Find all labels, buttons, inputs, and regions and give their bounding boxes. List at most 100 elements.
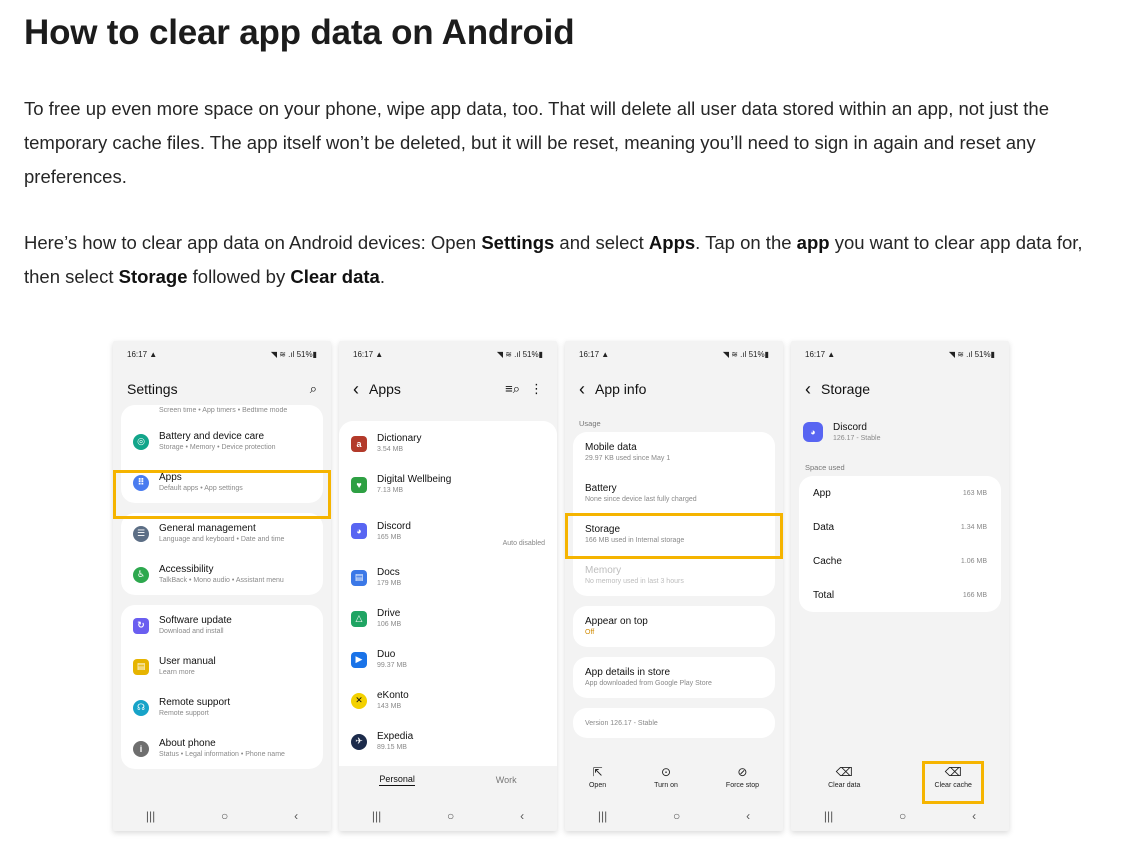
list-item-storage[interactable]: Storage 166 MB used in Internal storage [573,514,775,555]
item-subtitle: Default apps • App settings [159,485,243,492]
app-name: Discord [377,520,411,532]
recent-apps-icon[interactable]: ||| [146,809,155,823]
screenshot-figure: 16:17 ▲ ◥ ≋ .ıl 51%▮ Settings ⌕ Screen t… [113,341,1011,831]
home-icon[interactable]: ○ [899,809,906,823]
app-row[interactable]: ♥ Digital Wellbeing 7.13 MB [339,464,557,505]
list-item[interactable]: ↻ Software update Download and install [121,605,323,646]
back-arrow-icon[interactable]: ‹ [353,380,359,398]
status-icons: ◥ ≋ .ıl 51%▮ [948,349,995,359]
status-icons: ◥ ≋ .ıl 51%▮ [270,349,317,359]
tab-personal[interactable]: Personal [379,774,415,786]
screen-title: Storage [821,381,871,397]
search-icon[interactable]: ⌕ [310,381,317,397]
filter-search-icon[interactable]: ≡⌕ [505,381,520,397]
item-title: Apps [159,472,182,483]
navigation-bar: ||| ○ ‹ [339,801,557,831]
page-title: How to clear app data on Android [24,13,575,52]
turn-on-button[interactable]: ⊙ Turn on [654,765,678,789]
item-title: App details in store [585,667,671,678]
action-bar: ⌫ Clear data ⌫ Clear cache [791,757,1009,797]
status-bar: 16:17 ▲ ◥ ≋ .ıl 51%▮ [113,341,331,367]
settings-card-bottom: ↻ Software update Download and install ▤ … [121,605,323,769]
discord-icon: ◕ [351,523,367,539]
app-name: Digital Wellbeing [377,474,452,485]
list-item[interactable]: ▤ User manual Learn more [121,646,323,687]
list-item[interactable]: Mobile data 29.97 KB used since May 1 [573,432,775,473]
app-size: 99.37 MB [377,662,407,669]
open-button[interactable]: ⇱ Open [589,765,606,789]
profile-tabs: Personal Work [339,767,557,793]
clear-data-button[interactable]: ⌫ Clear data [828,765,860,789]
app-row[interactable]: ▤ Docs 179 MB [339,557,557,598]
digital-wellbeing-icon: ♥ [351,476,367,493]
back-icon[interactable]: ‹ [972,809,976,823]
status-time: 16:17 ▲ [579,349,610,359]
storage-row: Cache 1.06 MB [799,544,1001,578]
app-size: 7.13 MB [377,487,404,494]
turn-on-icon: ⊙ [660,765,672,779]
status-icons: ◥ ≋ .ıl 51%▮ [496,349,543,359]
article: How to clear app data on Android To free… [24,0,1104,294]
space-used-label: Space used [805,463,845,472]
app-row[interactable]: a Dictionary 3.54 MB [339,423,557,464]
home-icon[interactable]: ○ [673,809,680,823]
item-title: User manual [159,656,216,667]
recent-apps-icon[interactable]: ||| [372,809,381,823]
item-subtitle: Storage • Memory • Device protection [159,444,276,451]
device-care-icon: ◎ [133,433,149,450]
back-arrow-icon[interactable]: ‹ [805,380,811,398]
home-icon[interactable]: ○ [221,809,228,823]
app-row[interactable]: ◕ Discord 165 MB Auto disabled [339,505,557,557]
app-header: ◕ Discord 126.17 - Stable [791,411,1009,453]
item-title: Battery and device care [159,431,265,442]
status-bar: 16:17 ▲ ◥ ≋ .ıl 51%▮ [791,341,1009,367]
item-subtitle: TalkBack • Mono audio • Assistant menu [159,577,284,584]
item-subtitle: 29.97 KB used since May 1 [585,455,671,462]
app-name: Expedia [377,731,414,742]
item-title: Accessibility [159,564,214,575]
app-size: 3.54 MB [377,446,404,453]
back-icon[interactable]: ‹ [520,809,524,823]
phone-app-info: 16:17 ▲ ◥ ≋ .ıl 51%▮ ‹ App info Usage Mo… [565,341,783,831]
back-icon[interactable]: ‹ [294,809,298,823]
row-label: Total [813,589,835,601]
app-row[interactable]: ✕ eKonto 143 MB [339,680,557,721]
list-item[interactable]: ♿ Accessibility TalkBack • Mono audio • A… [121,554,323,595]
list-item[interactable]: App details in store App downloaded from … [573,657,775,698]
list-item[interactable]: i About phone Status • Legal information … [121,728,323,769]
app-name: Duo [377,649,396,660]
list-item-apps[interactable]: ⠿ Apps Default apps • App settings [121,462,323,503]
list-item[interactable]: Battery None since device last fully char… [573,473,775,514]
recent-apps-icon[interactable]: ||| [598,809,607,823]
software-update-icon: ↻ [133,617,149,634]
app-row[interactable]: △ Drive 106 MB [339,598,557,639]
list-item[interactable]: Appear on top Off [573,606,775,647]
app-version: 126.17 - Stable [833,434,881,442]
list-item[interactable]: ☊ Remote support Remote support [121,687,323,728]
app-status: Auto disabled [502,540,545,547]
back-arrow-icon[interactable]: ‹ [579,380,585,398]
header: ‹ Apps ≡⌕ ⋮ [339,367,557,411]
navigation-bar: ||| ○ ‹ [113,801,331,831]
status-icons: ◥ ≋ .ıl 51%▮ [722,349,769,359]
app-size: 89.15 MB [377,744,407,751]
force-stop-button[interactable]: ⊘ Force stop [726,765,759,789]
list-item[interactable]: ◎ Battery and device care Storage • Memor… [121,421,323,462]
ekonto-icon: ✕ [351,692,367,709]
row-value: 163 MB [962,489,987,497]
home-icon[interactable]: ○ [447,809,454,823]
action-label: Open [588,782,607,789]
open-icon: ⇱ [592,765,603,779]
more-options-icon[interactable]: ⋮ [530,381,543,397]
app-row[interactable]: ✈ Expedia 89.15 MB [339,721,557,762]
list-item[interactable]: ☰ General management Language and keyboar… [121,513,323,554]
header: ‹ App info [565,367,783,411]
item-subtitle: 166 MB used in Internal storage [585,537,685,544]
back-icon[interactable]: ‹ [746,809,750,823]
tab-work[interactable]: Work [496,775,517,785]
expedia-icon: ✈ [351,733,367,750]
status-bar: 16:17 ▲ ◥ ≋ .ıl 51%▮ [339,341,557,367]
app-row[interactable]: ▶ Duo 99.37 MB [339,639,557,680]
recent-apps-icon[interactable]: ||| [824,809,833,823]
clear-cache-button[interactable]: ⌫ Clear cache [935,765,972,789]
